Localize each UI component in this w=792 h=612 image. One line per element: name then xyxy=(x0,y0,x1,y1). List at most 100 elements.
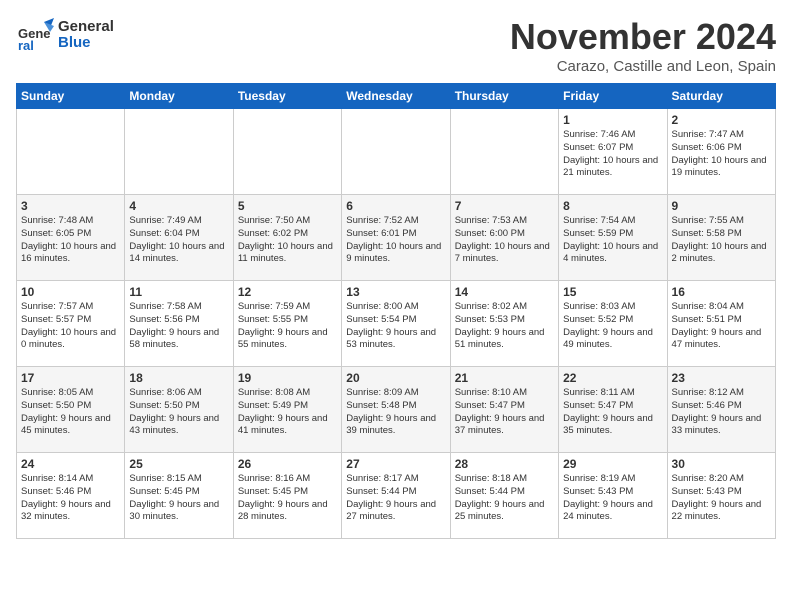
day-content: Sunrise: 8:12 AM Sunset: 5:46 PM Dayligh… xyxy=(672,387,771,438)
month-title: November 2024 xyxy=(510,16,776,58)
calendar-cell xyxy=(342,109,450,195)
day-content: Sunrise: 8:14 AM Sunset: 5:46 PM Dayligh… xyxy=(21,473,120,524)
calendar-cell: 10 Sunrise: 7:57 AM Sunset: 5:57 PM Dayli… xyxy=(17,281,125,367)
calendar-cell: 20 Sunrise: 8:09 AM Sunset: 5:48 PM Dayli… xyxy=(342,367,450,453)
day-content: Sunrise: 7:57 AM Sunset: 5:57 PM Dayligh… xyxy=(21,301,120,352)
calendar-cell xyxy=(233,109,341,195)
day-content: Sunrise: 7:52 AM Sunset: 6:01 PM Dayligh… xyxy=(346,215,445,266)
calendar-cell: 8 Sunrise: 7:54 AM Sunset: 5:59 PM Daylig… xyxy=(559,195,667,281)
calendar-week-row: 24Sunrise: 8:14 AM Sunset: 5:46 PM Dayli… xyxy=(17,453,776,539)
day-content: Sunrise: 8:17 AM Sunset: 5:44 PM Dayligh… xyxy=(346,473,445,524)
weekday-header: Wednesday xyxy=(342,84,450,109)
day-content: Sunrise: 8:09 AM Sunset: 5:48 PM Dayligh… xyxy=(346,387,445,438)
day-number: 22 xyxy=(563,371,662,385)
day-content: Sunrise: 8:05 AM Sunset: 5:50 PM Dayligh… xyxy=(21,387,120,438)
calendar-cell xyxy=(125,109,233,195)
weekday-header: Sunday xyxy=(17,84,125,109)
day-number: 25 xyxy=(129,457,228,471)
day-content: Sunrise: 8:04 AM Sunset: 5:51 PM Dayligh… xyxy=(672,301,771,352)
day-number: 10 xyxy=(21,285,120,299)
logo-name-line2: Blue xyxy=(58,35,114,52)
day-number: 21 xyxy=(455,371,554,385)
day-content: Sunrise: 7:59 AM Sunset: 5:55 PM Dayligh… xyxy=(238,301,337,352)
day-content: Sunrise: 8:11 AM Sunset: 5:47 PM Dayligh… xyxy=(563,387,662,438)
calendar-cell: 27 Sunrise: 8:17 AM Sunset: 5:44 PM Dayli… xyxy=(342,453,450,539)
calendar-week-row: 17 Sunrise: 8:05 AM Sunset: 5:50 PM Dayli… xyxy=(17,367,776,453)
day-content: Sunrise: 8:15 AM Sunset: 5:45 PM Dayligh… xyxy=(129,473,228,524)
day-content: Sunrise: 8:10 AM Sunset: 5:47 PM Dayligh… xyxy=(455,387,554,438)
day-number: 14 xyxy=(455,285,554,299)
calendar-cell xyxy=(450,109,558,195)
day-number: 16 xyxy=(672,285,771,299)
weekday-header: Thursday xyxy=(450,84,558,109)
day-content: Sunrise: 7:46 AM Sunset: 6:07 PM Dayligh… xyxy=(563,129,662,180)
calendar-cell: 16 Sunrise: 8:04 AM Sunset: 5:51 PM Dayli… xyxy=(667,281,775,367)
calendar-cell: 29 Sunrise: 8:19 AM Sunset: 5:43 PM Dayli… xyxy=(559,453,667,539)
calendar-cell: 13 Sunrise: 8:00 AM Sunset: 5:54 PM Dayli… xyxy=(342,281,450,367)
calendar-cell: 28Sunrise: 8:18 AM Sunset: 5:44 PM Dayli… xyxy=(450,453,558,539)
calendar-cell: 15 Sunrise: 8:03 AM Sunset: 5:52 PM Dayli… xyxy=(559,281,667,367)
calendar-table: SundayMondayTuesdayWednesdayThursdayFrid… xyxy=(16,83,776,539)
weekday-header: Friday xyxy=(559,84,667,109)
day-number: 29 xyxy=(563,457,662,471)
calendar-cell: 26Sunrise: 8:16 AM Sunset: 5:45 PM Dayli… xyxy=(233,453,341,539)
weekday-header: Tuesday xyxy=(233,84,341,109)
calendar-cell: 11Sunrise: 7:58 AM Sunset: 5:56 PM Dayli… xyxy=(125,281,233,367)
header: Gene ral General Blue November 2024 Cara… xyxy=(16,16,776,75)
day-content: Sunrise: 8:18 AM Sunset: 5:44 PM Dayligh… xyxy=(455,473,554,524)
calendar-cell: 24Sunrise: 8:14 AM Sunset: 5:46 PM Dayli… xyxy=(17,453,125,539)
calendar-week-row: 3Sunrise: 7:48 AM Sunset: 6:05 PM Daylig… xyxy=(17,195,776,281)
calendar-cell: 9 Sunrise: 7:55 AM Sunset: 5:58 PM Daylig… xyxy=(667,195,775,281)
day-content: Sunrise: 8:19 AM Sunset: 5:43 PM Dayligh… xyxy=(563,473,662,524)
day-content: Sunrise: 8:02 AM Sunset: 5:53 PM Dayligh… xyxy=(455,301,554,352)
day-number: 18 xyxy=(129,371,228,385)
day-number: 1 xyxy=(563,113,662,127)
calendar-header-row: SundayMondayTuesdayWednesdayThursdayFrid… xyxy=(17,84,776,109)
calendar-week-row: 1 Sunrise: 7:46 AM Sunset: 6:07 PM Daylig… xyxy=(17,109,776,195)
day-content: Sunrise: 8:06 AM Sunset: 5:50 PM Dayligh… xyxy=(129,387,228,438)
calendar-cell: 17 Sunrise: 8:05 AM Sunset: 5:50 PM Dayli… xyxy=(17,367,125,453)
calendar-week-row: 10 Sunrise: 7:57 AM Sunset: 5:57 PM Dayli… xyxy=(17,281,776,367)
day-content: Sunrise: 7:49 AM Sunset: 6:04 PM Dayligh… xyxy=(129,215,228,266)
weekday-header: Monday xyxy=(125,84,233,109)
day-number: 19 xyxy=(238,371,337,385)
day-content: Sunrise: 7:54 AM Sunset: 5:59 PM Dayligh… xyxy=(563,215,662,266)
day-content: Sunrise: 8:20 AM Sunset: 5:43 PM Dayligh… xyxy=(672,473,771,524)
day-content: Sunrise: 8:03 AM Sunset: 5:52 PM Dayligh… xyxy=(563,301,662,352)
day-content: Sunrise: 8:08 AM Sunset: 5:49 PM Dayligh… xyxy=(238,387,337,438)
calendar-cell xyxy=(17,109,125,195)
day-number: 26 xyxy=(238,457,337,471)
svg-text:ral: ral xyxy=(18,38,34,53)
calendar-cell: 18 Sunrise: 8:06 AM Sunset: 5:50 PM Dayli… xyxy=(125,367,233,453)
day-content: Sunrise: 7:47 AM Sunset: 6:06 PM Dayligh… xyxy=(672,129,771,180)
day-number: 4 xyxy=(129,199,228,213)
day-number: 27 xyxy=(346,457,445,471)
calendar-cell: 12 Sunrise: 7:59 AM Sunset: 5:55 PM Dayli… xyxy=(233,281,341,367)
location-subtitle: Carazo, Castille and Leon, Spain xyxy=(510,58,776,75)
day-number: 17 xyxy=(21,371,120,385)
calendar-cell: 14 Sunrise: 8:02 AM Sunset: 5:53 PM Dayli… xyxy=(450,281,558,367)
title-area: November 2024 Carazo, Castille and Leon,… xyxy=(510,16,776,75)
calendar-cell: 5Sunrise: 7:50 AM Sunset: 6:02 PM Daylig… xyxy=(233,195,341,281)
day-number: 30 xyxy=(672,457,771,471)
day-content: Sunrise: 7:48 AM Sunset: 6:05 PM Dayligh… xyxy=(21,215,120,266)
calendar-cell: 3Sunrise: 7:48 AM Sunset: 6:05 PM Daylig… xyxy=(17,195,125,281)
day-number: 12 xyxy=(238,285,337,299)
calendar-cell: 30 Sunrise: 8:20 AM Sunset: 5:43 PM Dayli… xyxy=(667,453,775,539)
day-number: 15 xyxy=(563,285,662,299)
calendar-cell: 4 Sunrise: 7:49 AM Sunset: 6:04 PM Daylig… xyxy=(125,195,233,281)
day-number: 2 xyxy=(672,113,771,127)
calendar-cell: 25 Sunrise: 8:15 AM Sunset: 5:45 PM Dayli… xyxy=(125,453,233,539)
day-number: 9 xyxy=(672,199,771,213)
day-number: 13 xyxy=(346,285,445,299)
calendar-cell: 21 Sunrise: 8:10 AM Sunset: 5:47 PM Dayli… xyxy=(450,367,558,453)
day-number: 5 xyxy=(238,199,337,213)
weekday-header: Saturday xyxy=(667,84,775,109)
day-content: Sunrise: 8:00 AM Sunset: 5:54 PM Dayligh… xyxy=(346,301,445,352)
calendar-cell: 22 Sunrise: 8:11 AM Sunset: 5:47 PM Dayli… xyxy=(559,367,667,453)
day-number: 23 xyxy=(672,371,771,385)
calendar-cell: 1 Sunrise: 7:46 AM Sunset: 6:07 PM Daylig… xyxy=(559,109,667,195)
day-number: 8 xyxy=(563,199,662,213)
day-content: Sunrise: 7:55 AM Sunset: 5:58 PM Dayligh… xyxy=(672,215,771,266)
day-number: 20 xyxy=(346,371,445,385)
